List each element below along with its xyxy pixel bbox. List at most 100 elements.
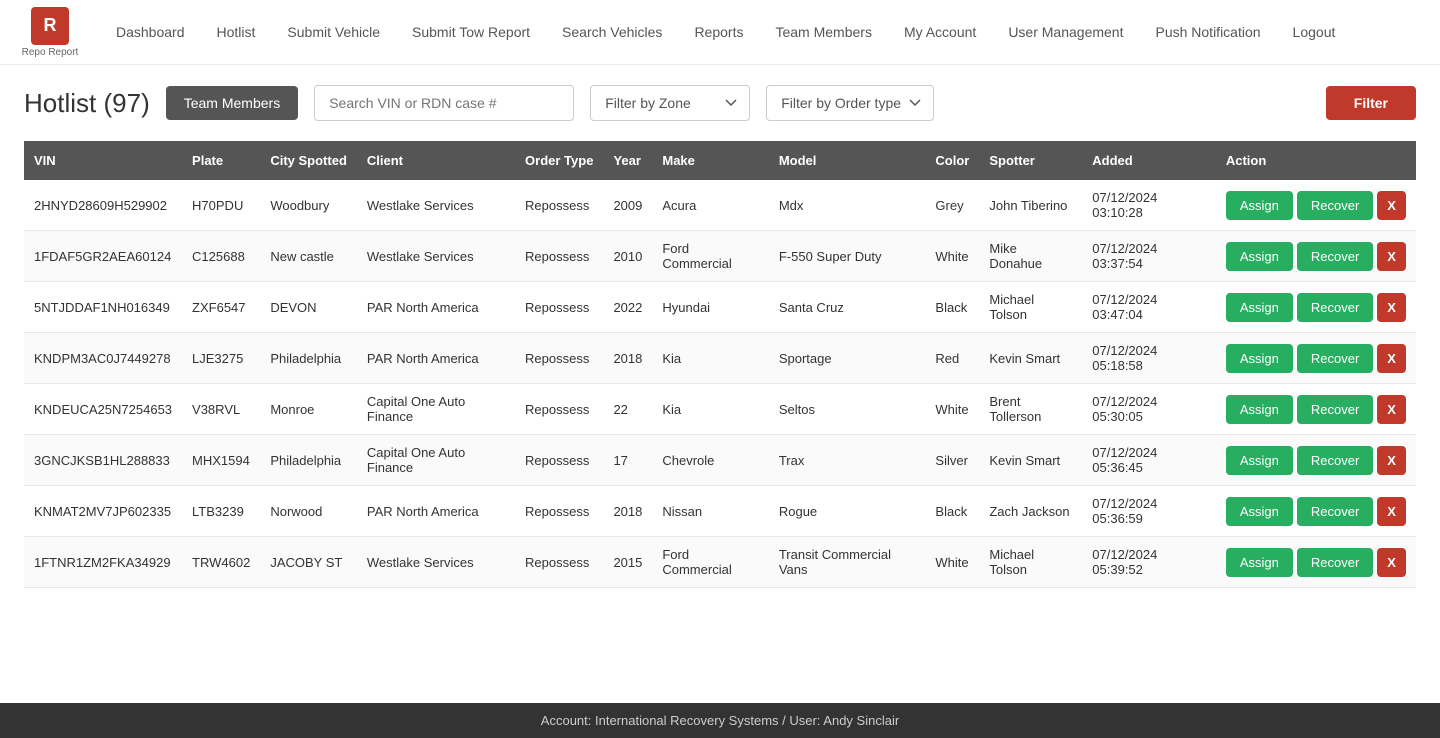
nav-hotlist[interactable]: Hotlist [201,16,272,48]
assign-button[interactable]: Assign [1226,293,1293,322]
assign-button[interactable]: Assign [1226,497,1293,526]
col-year: Year [603,141,652,180]
hotlist-table: VINPlateCity SpottedClientOrder TypeYear… [24,141,1416,588]
cell-client: PAR North America [357,486,515,537]
col-client: Client [357,141,515,180]
action-cell: AssignRecoverX [1216,537,1416,588]
cell-color: Black [925,282,979,333]
cell-plate: C125688 [182,231,260,282]
search-input[interactable] [314,85,574,121]
recover-button[interactable]: Recover [1297,497,1373,526]
filter-zone-select[interactable]: Filter by Zone [590,85,750,121]
cell-year: 2018 [603,333,652,384]
cell-added: 07/12/2024 05:39:52 [1082,537,1216,588]
cell-spotter: Michael Tolson [979,537,1082,588]
cell-spotter: Michael Tolson [979,282,1082,333]
recover-button[interactable]: Recover [1297,293,1373,322]
recover-button[interactable]: Recover [1297,242,1373,271]
cell-city-spotted: DEVON [260,282,357,333]
cell-year: 2022 [603,282,652,333]
nav-dashboard[interactable]: Dashboard [100,16,201,48]
cell-added: 07/12/2024 05:36:45 [1082,435,1216,486]
action-cell: AssignRecoverX [1216,435,1416,486]
cell-order-type: Repossess [515,333,603,384]
action-cell: AssignRecoverX [1216,231,1416,282]
assign-button[interactable]: Assign [1226,395,1293,424]
action-cell: AssignRecoverX [1216,486,1416,537]
table-row: 5NTJDDAF1NH016349ZXF6547DEVONPAR North A… [24,282,1416,333]
cell-vin: 3GNCJKSB1HL288833 [24,435,182,486]
delete-button[interactable]: X [1377,395,1406,424]
recover-button[interactable]: Recover [1297,395,1373,424]
cell-city-spotted: Philadelphia [260,333,357,384]
col-vin: VIN [24,141,182,180]
table-row: 1FTNR1ZM2FKA34929TRW4602JACOBY STWestlak… [24,537,1416,588]
nav-team-members[interactable]: Team Members [759,16,887,48]
header-row: Hotlist (97) Team Members Filter by Zone… [24,85,1416,121]
cell-order-type: Repossess [515,384,603,435]
filter-order-select[interactable]: Filter by Order type [766,85,934,121]
cell-spotter: Kevin Smart [979,333,1082,384]
cell-model: Mdx [769,180,926,231]
footer-text: Account: International Recovery Systems … [541,713,899,728]
cell-make: Hyundai [652,282,768,333]
col-model: Model [769,141,926,180]
recover-button[interactable]: Recover [1297,344,1373,373]
cell-year: 2015 [603,537,652,588]
cell-vin: KNMAT2MV7JP602335 [24,486,182,537]
logo: R Repo Report [20,7,80,58]
recover-button[interactable]: Recover [1297,548,1373,577]
recover-button[interactable]: Recover [1297,446,1373,475]
nav-user-management[interactable]: User Management [992,16,1139,48]
cell-added: 07/12/2024 05:18:58 [1082,333,1216,384]
delete-button[interactable]: X [1377,293,1406,322]
nav-submit-tow-report[interactable]: Submit Tow Report [396,16,546,48]
cell-plate: LTB3239 [182,486,260,537]
nav-links: DashboardHotlistSubmit VehicleSubmit Tow… [100,16,1420,48]
delete-button[interactable]: X [1377,191,1406,220]
cell-spotter: Mike Donahue [979,231,1082,282]
nav-push-notification[interactable]: Push Notification [1139,16,1276,48]
cell-year: 2009 [603,180,652,231]
table-row: 2HNYD28609H529902H70PDUWoodburyWestlake … [24,180,1416,231]
assign-button[interactable]: Assign [1226,191,1293,220]
assign-button[interactable]: Assign [1226,548,1293,577]
cell-vin: 1FTNR1ZM2FKA34929 [24,537,182,588]
nav-logout[interactable]: Logout [1277,16,1352,48]
cell-added: 07/12/2024 03:47:04 [1082,282,1216,333]
assign-button[interactable]: Assign [1226,344,1293,373]
team-members-button[interactable]: Team Members [166,86,298,120]
cell-plate: H70PDU [182,180,260,231]
cell-year: 2018 [603,486,652,537]
filter-button[interactable]: Filter [1326,86,1416,120]
recover-button[interactable]: Recover [1297,191,1373,220]
cell-make: Nissan [652,486,768,537]
cell-city-spotted: New castle [260,231,357,282]
nav-search-vehicles[interactable]: Search Vehicles [546,16,678,48]
assign-button[interactable]: Assign [1226,446,1293,475]
cell-order-type: Repossess [515,231,603,282]
logo-icon: R [31,7,69,45]
cell-client: PAR North America [357,333,515,384]
delete-button[interactable]: X [1377,344,1406,373]
cell-order-type: Repossess [515,282,603,333]
col-color: Color [925,141,979,180]
cell-city-spotted: Norwood [260,486,357,537]
assign-button[interactable]: Assign [1226,242,1293,271]
cell-city-spotted: Monroe [260,384,357,435]
delete-button[interactable]: X [1377,242,1406,271]
nav-my-account[interactable]: My Account [888,16,992,48]
page-title: Hotlist (97) [24,88,150,119]
col-city-spotted: City Spotted [260,141,357,180]
col-action: Action [1216,141,1416,180]
action-cell: AssignRecoverX [1216,180,1416,231]
delete-button[interactable]: X [1377,446,1406,475]
nav-reports[interactable]: Reports [678,16,759,48]
cell-spotter: Kevin Smart [979,435,1082,486]
main-content: Hotlist (97) Team Members Filter by Zone… [0,65,1440,608]
nav-submit-vehicle[interactable]: Submit Vehicle [271,16,396,48]
delete-button[interactable]: X [1377,548,1406,577]
cell-color: Silver [925,435,979,486]
delete-button[interactable]: X [1377,497,1406,526]
col-added: Added [1082,141,1216,180]
